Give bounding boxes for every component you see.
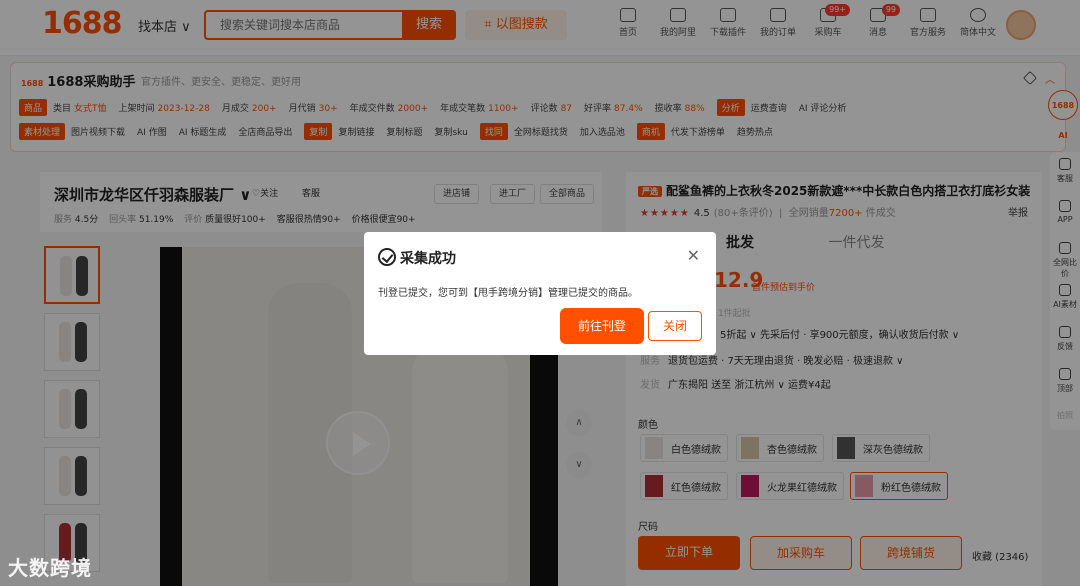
- dialog-message: 刊登已提交，您可到【甩手跨境分销】管理已提交的商品。: [378, 288, 638, 299]
- dialog-title: 采集成功: [400, 251, 456, 267]
- go-publish-button[interactable]: 前往刊登: [562, 310, 642, 342]
- check-circle-icon: [378, 248, 396, 266]
- close-dialog-button[interactable]: 关闭: [648, 311, 702, 341]
- close-icon[interactable]: ✕: [687, 246, 700, 265]
- watermark: 大数跨境: [8, 556, 92, 580]
- success-dialog: 采集成功 ✕ 刊登已提交，您可到【甩手跨境分销】管理已提交的商品。 前往刊登 关…: [364, 232, 716, 355]
